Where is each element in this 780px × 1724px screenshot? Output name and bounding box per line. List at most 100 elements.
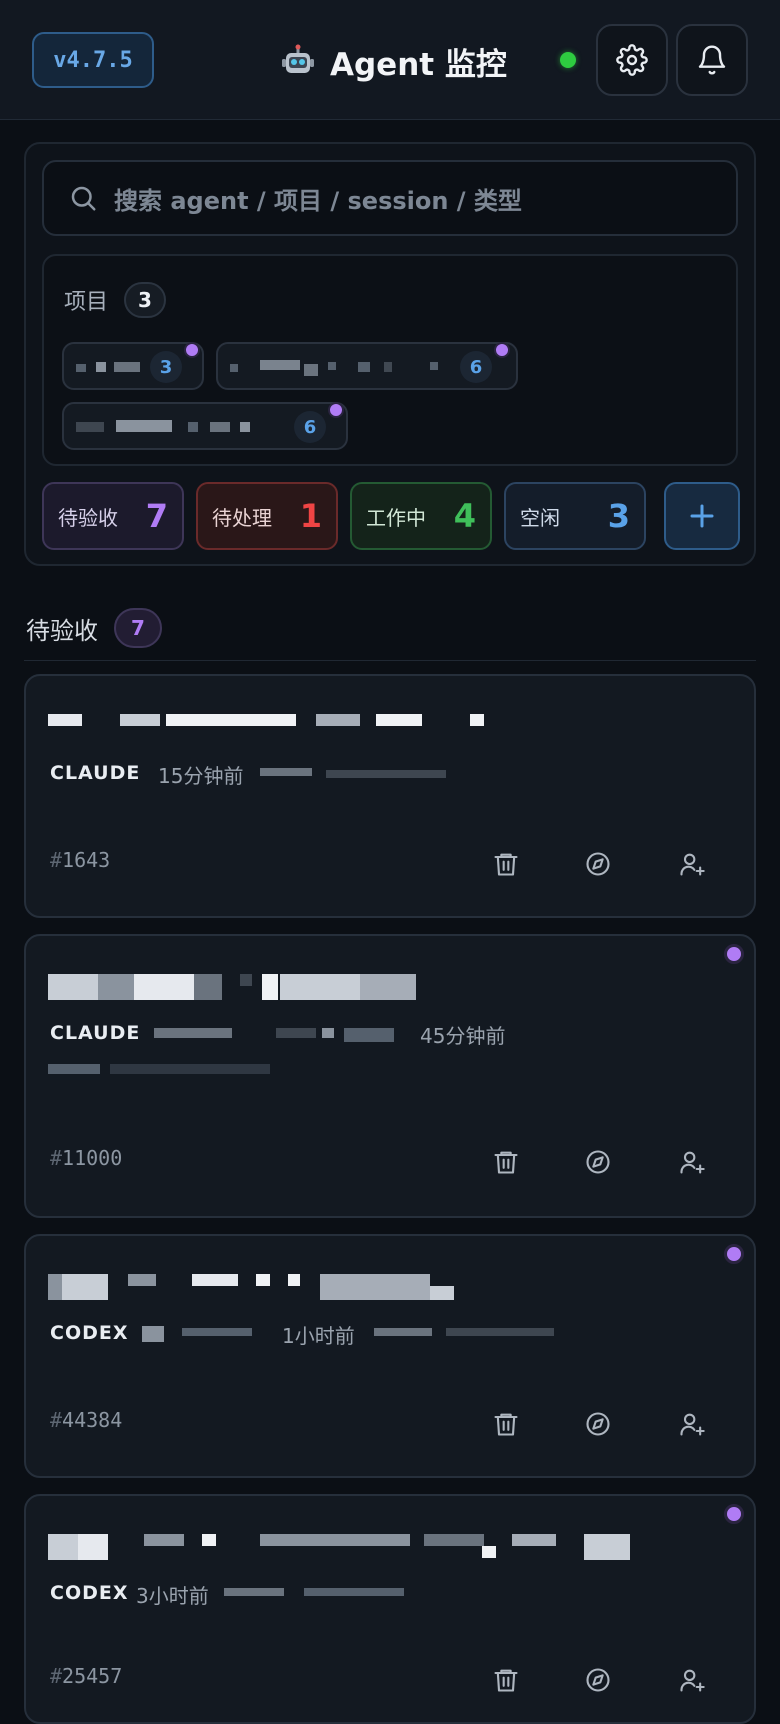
redacted-session [182,1328,252,1336]
redacted-title [120,714,160,726]
project-chip[interactable]: 3 [62,342,204,390]
redacted-title [482,1546,496,1558]
assign-button[interactable] [672,1660,712,1700]
agent-id: #25457 [50,1664,123,1688]
redacted-title [144,1534,184,1546]
redacted-text [430,362,438,370]
filter-pending[interactable]: 待处理 1 [196,482,338,550]
section-title: 待验收 [26,616,98,645]
redacted-session [374,1328,432,1336]
redacted-title [202,1534,216,1546]
section-divider [24,660,756,661]
filter-awaiting-review[interactable]: 待验收 7 [42,482,184,550]
filter-working[interactable]: 工作中 4 [350,482,492,550]
redacted-session [344,1028,394,1042]
redacted-title [256,1274,270,1286]
trash-icon [494,1669,518,1692]
compass-icon [586,1412,610,1436]
agent-card[interactable]: CODEX 3小时前 #25457 [24,1494,756,1724]
redacted-title [192,1274,238,1286]
redacted-text [230,364,238,372]
stat-value: 1 [299,497,322,535]
compass-icon [586,1150,610,1174]
redacted-session [304,1588,404,1596]
redacted-session [260,768,312,776]
delete-button[interactable] [486,1404,526,1444]
open-button[interactable] [578,1404,618,1444]
agent-id: #11000 [50,1146,123,1170]
settings-button[interactable] [596,24,668,96]
redacted-title [128,1274,156,1286]
redacted-session [322,1028,334,1038]
redacted-title [320,1274,430,1300]
project-chip[interactable]: 6 [216,342,518,390]
stat-value: 3 [607,497,630,535]
redacted-title [512,1534,556,1546]
compass-icon [586,1668,610,1692]
project-count-badge: 3 [124,282,167,318]
stat-label: 待处理 [212,505,272,530]
project-chip-count: 6 [294,411,326,443]
add-agent-button[interactable] [664,482,740,550]
trash-icon [494,1413,518,1436]
redacted-title [280,974,360,1000]
redacted-title [78,1534,108,1560]
redacted-title [288,1274,300,1286]
unread-dot [724,1504,744,1524]
app-header: v4.7.5 Agent 监控 [0,0,780,120]
open-button[interactable] [578,1142,618,1182]
redacted-title [260,1534,410,1546]
redacted-title [424,1534,484,1546]
open-button[interactable] [578,844,618,884]
open-button[interactable] [578,1660,618,1700]
agent-type: CODEX [50,1322,129,1344]
version-badge: v4.7.5 [32,32,154,88]
redacted-title [316,714,360,726]
trash-icon [494,1151,518,1174]
redacted-title [470,714,484,726]
redacted-session [276,1028,316,1038]
redacted-text [116,420,172,432]
filter-idle[interactable]: 空闲 3 [504,482,646,550]
delete-button[interactable] [486,1142,526,1182]
page-title: Agent 监控 [330,46,507,83]
redacted-title [360,974,416,1000]
trash-icon [494,853,518,876]
user-plus-icon [680,1413,705,1436]
agent-card[interactable]: CLAUDE 15分钟前 #1643 [24,674,756,918]
redacted-text [328,362,336,370]
redacted-text [96,362,106,372]
gear-icon [616,44,648,76]
assign-button[interactable] [672,844,712,884]
redacted-title [48,1534,78,1560]
stat-value: 4 [453,497,476,535]
delete-button[interactable] [486,1660,526,1700]
time-ago: 15分钟前 [158,764,244,788]
title-group: Agent 监控 [280,36,507,86]
redacted-title [166,714,296,726]
unread-dot [328,402,344,418]
redacted-text [210,422,230,432]
assign-button[interactable] [672,1404,712,1444]
user-plus-icon [680,1669,705,1692]
redacted-title [240,974,252,986]
search-input[interactable]: 搜索 agent / 项目 / session / 类型 [42,160,738,236]
redacted-text [358,362,370,372]
time-ago: 45分钟前 [420,1024,506,1048]
robot-icon [280,43,316,79]
agent-card[interactable]: CLAUDE 45分钟前 #11000 [24,934,756,1218]
agent-card[interactable]: CODEX 1小时前 #44384 [24,1234,756,1478]
compass-icon [586,852,610,876]
redacted-text [240,422,250,432]
redacted-text [188,422,198,432]
delete-button[interactable] [486,844,526,884]
project-chip[interactable]: 6 [62,402,348,450]
unread-dot [724,1244,744,1264]
notifications-button[interactable] [676,24,748,96]
project-chip-count: 3 [150,351,182,383]
agent-type: CODEX [50,1582,129,1604]
assign-button[interactable] [672,1142,712,1182]
redacted-title [98,974,134,1000]
user-plus-icon [680,1151,705,1174]
redacted-session [142,1326,164,1342]
